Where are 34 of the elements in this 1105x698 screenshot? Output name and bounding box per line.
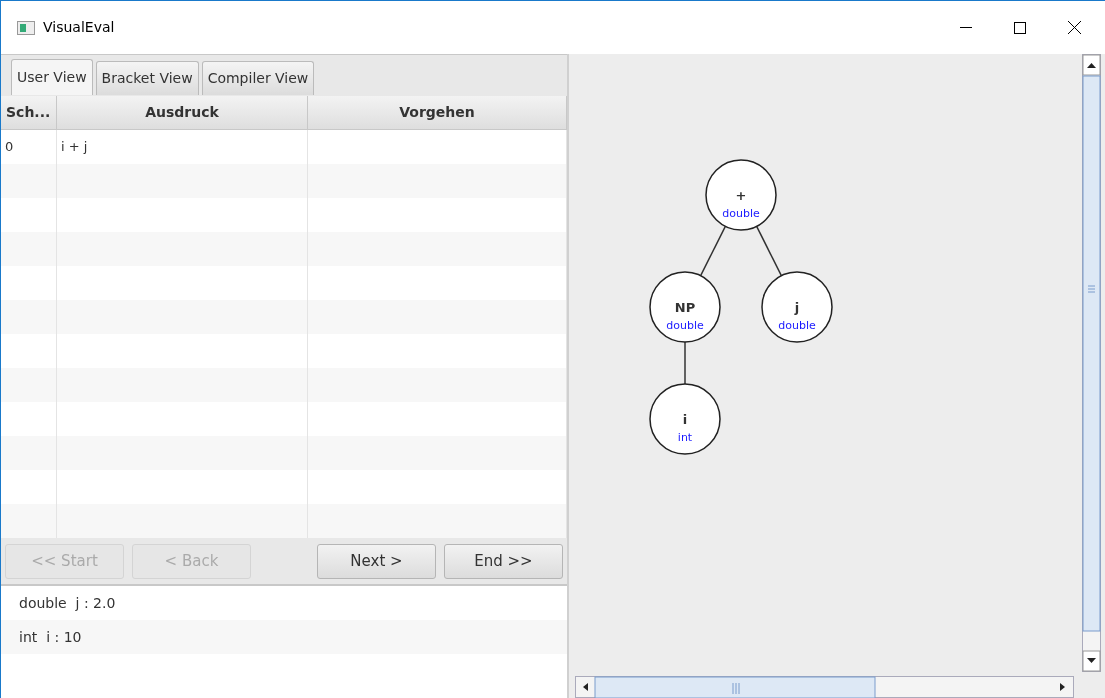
- tab[interactable]: Compiler View: [201, 61, 315, 95]
- node-type: int: [677, 431, 693, 444]
- close-icon: [1067, 21, 1081, 34]
- node-label: j: [794, 300, 800, 315]
- vertical-scrollbar[interactable]: [1082, 54, 1101, 672]
- node-type: double: [666, 319, 704, 332]
- variable-entry: int i : 10: [19, 627, 82, 647]
- tree-node: [649, 383, 721, 455]
- node-label: i: [682, 412, 688, 427]
- node-type: double: [722, 207, 760, 220]
- tree-edge: [755, 225, 783, 277]
- app-icon: [17, 20, 35, 35]
- tree-edge: [684, 341, 686, 385]
- tab[interactable]: Bracket View: [95, 61, 199, 95]
- nav-button[interactable]: Next >: [317, 544, 436, 579]
- column-header[interactable]: Sch...: [1, 96, 57, 130]
- maximize-icon: [1014, 21, 1026, 34]
- minimize-icon: [960, 26, 972, 29]
- tree-node: [761, 271, 833, 343]
- window-title: VisualEval: [43, 18, 115, 37]
- tree-edge: [699, 225, 727, 277]
- node-type: double: [778, 319, 816, 332]
- tree-node: [649, 271, 721, 343]
- node-label: +: [735, 188, 747, 203]
- variable-entry: double j : 2.0: [19, 593, 116, 613]
- node-label: NP: [674, 300, 696, 315]
- column-header[interactable]: Ausdruck: [57, 96, 308, 130]
- table-cell: 0: [1, 130, 57, 164]
- tab[interactable]: User View: [11, 59, 93, 95]
- tree-node: [705, 159, 777, 231]
- column-header[interactable]: Vorgehen: [308, 96, 567, 130]
- horizontal-scrollbar[interactable]: [575, 676, 1074, 698]
- table-cell: i + j: [57, 130, 308, 164]
- nav-button[interactable]: End >>: [444, 544, 563, 579]
